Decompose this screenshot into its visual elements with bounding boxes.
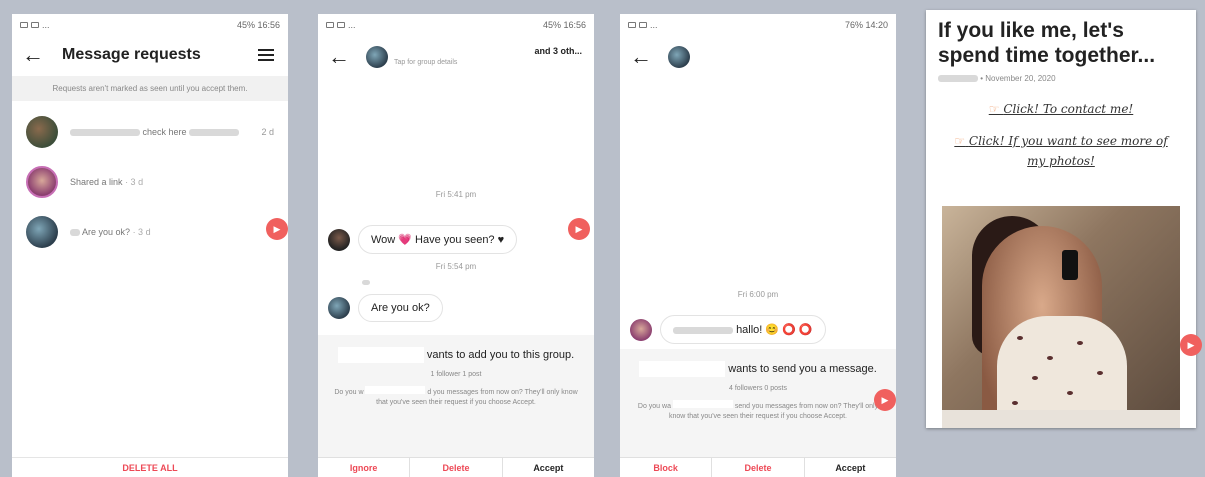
pointing-hand-icon: ☞ — [988, 102, 1000, 116]
status-right: 45% 16:56 — [236, 20, 280, 30]
app-bar: ← Message requests — [12, 36, 288, 74]
page-heading: If you like me, let's spend time togethe… — [938, 19, 1156, 67]
contact-avatar[interactable] — [668, 46, 690, 68]
sender-avatar — [328, 228, 350, 251]
accept-button[interactable]: Accept — [805, 458, 896, 477]
list-icon[interactable] — [258, 46, 274, 64]
message-requests-screen: ... 45% 16:56 ← Message requests Request… — [12, 14, 288, 477]
photos-link[interactable]: ☞ Click! If you want to see more of my p… — [926, 131, 1196, 171]
pointing-hand-icon: ☞ — [954, 134, 966, 148]
timestamp: Fri 5:54 pm — [435, 262, 477, 271]
video-call-icon[interactable]: ▶ — [1180, 334, 1202, 356]
message-bubble[interactable]: Wow 💗 Have you seen? ♥ — [358, 225, 518, 254]
chat-header: ← Tap for group details and 3 oth... — [318, 36, 594, 78]
follower-stats: 1 follower 1 post — [430, 371, 482, 378]
request-panel: vants to add you to this group. 1 follow… — [318, 335, 594, 457]
video-call-icon[interactable]: ▶ — [266, 218, 288, 240]
back-arrow-icon[interactable]: ← — [328, 44, 352, 70]
video-call-icon[interactable]: ▶ — [874, 389, 896, 411]
request-item[interactable]: Are you ok? · 3 d — [12, 207, 288, 257]
back-arrow-icon[interactable]: ← — [630, 44, 654, 70]
group-name: and 3 oth... — [534, 46, 582, 56]
scam-web-page: If you like me, let's spend time togethe… — [926, 10, 1196, 428]
request-item[interactable]: Shared a link · 3 d — [12, 157, 288, 207]
status-bar: ... 76% 14:20 — [620, 14, 896, 36]
direct-chat-screen: ... 76% 14:20 ← Fri 6:00 pm hallo! 😊 ⭕ ⭕… — [620, 14, 896, 477]
profile-photo — [942, 206, 1180, 428]
request-panel: wants to send you a message. 4 followers… — [620, 349, 896, 457]
message-row: Wow 💗 Have you seen? ♥ — [318, 225, 594, 254]
delete-all-button[interactable]: DELETE ALL — [122, 463, 177, 473]
page-title: Message requests — [62, 46, 201, 63]
sender-avatar — [630, 318, 652, 341]
message-bubble[interactable]: hallo! 😊 ⭕ ⭕ — [660, 315, 826, 344]
group-details-link[interactable]: Tap for group details — [394, 59, 457, 66]
requests-notice: Requests aren't marked as seen until you… — [12, 76, 288, 101]
accept-button[interactable]: Accept — [503, 458, 594, 477]
status-bar: ... 45% 16:56 — [12, 14, 288, 36]
delete-button[interactable]: Delete — [410, 458, 503, 477]
chat-header: ← — [620, 36, 896, 78]
ignore-button[interactable]: Ignore — [318, 458, 411, 477]
group-chat-screen: ... 45% 16:56 ← Tap for group details an… — [318, 14, 594, 477]
video-call-icon[interactable]: ▶ — [568, 218, 590, 240]
delete-all-bar[interactable]: DELETE ALL — [12, 457, 288, 477]
block-button[interactable]: Block — [620, 458, 713, 477]
avatar — [26, 166, 58, 198]
message-row: Are you ok? — [318, 294, 594, 322]
avatar — [26, 116, 58, 148]
status-bar: ... 45% 16:56 — [318, 14, 594, 36]
request-item[interactable]: check here 2 d — [12, 107, 288, 157]
contact-link[interactable]: ☞ Click! To contact me! — [926, 99, 1196, 119]
group-avatar[interactable] — [366, 46, 388, 68]
timestamp: Fri 6:00 pm — [737, 290, 779, 299]
avatar — [26, 216, 58, 248]
back-arrow-icon[interactable]: ← — [22, 42, 46, 68]
sender-avatar — [328, 297, 350, 319]
request-actions: Ignore Delete Accept — [318, 457, 594, 477]
timestamp: Fri 5:41 pm — [435, 190, 477, 199]
sender-label — [362, 279, 594, 286]
follower-stats: 4 followers 0 posts — [729, 385, 787, 392]
request-actions: Block Delete Accept — [620, 457, 896, 477]
message-bubble[interactable]: Are you ok? — [358, 294, 443, 322]
post-meta: • November 20, 2020 — [926, 68, 1196, 89]
message-row: hallo! 😊 ⭕ ⭕ — [620, 315, 896, 344]
delete-button[interactable]: Delete — [712, 458, 805, 477]
